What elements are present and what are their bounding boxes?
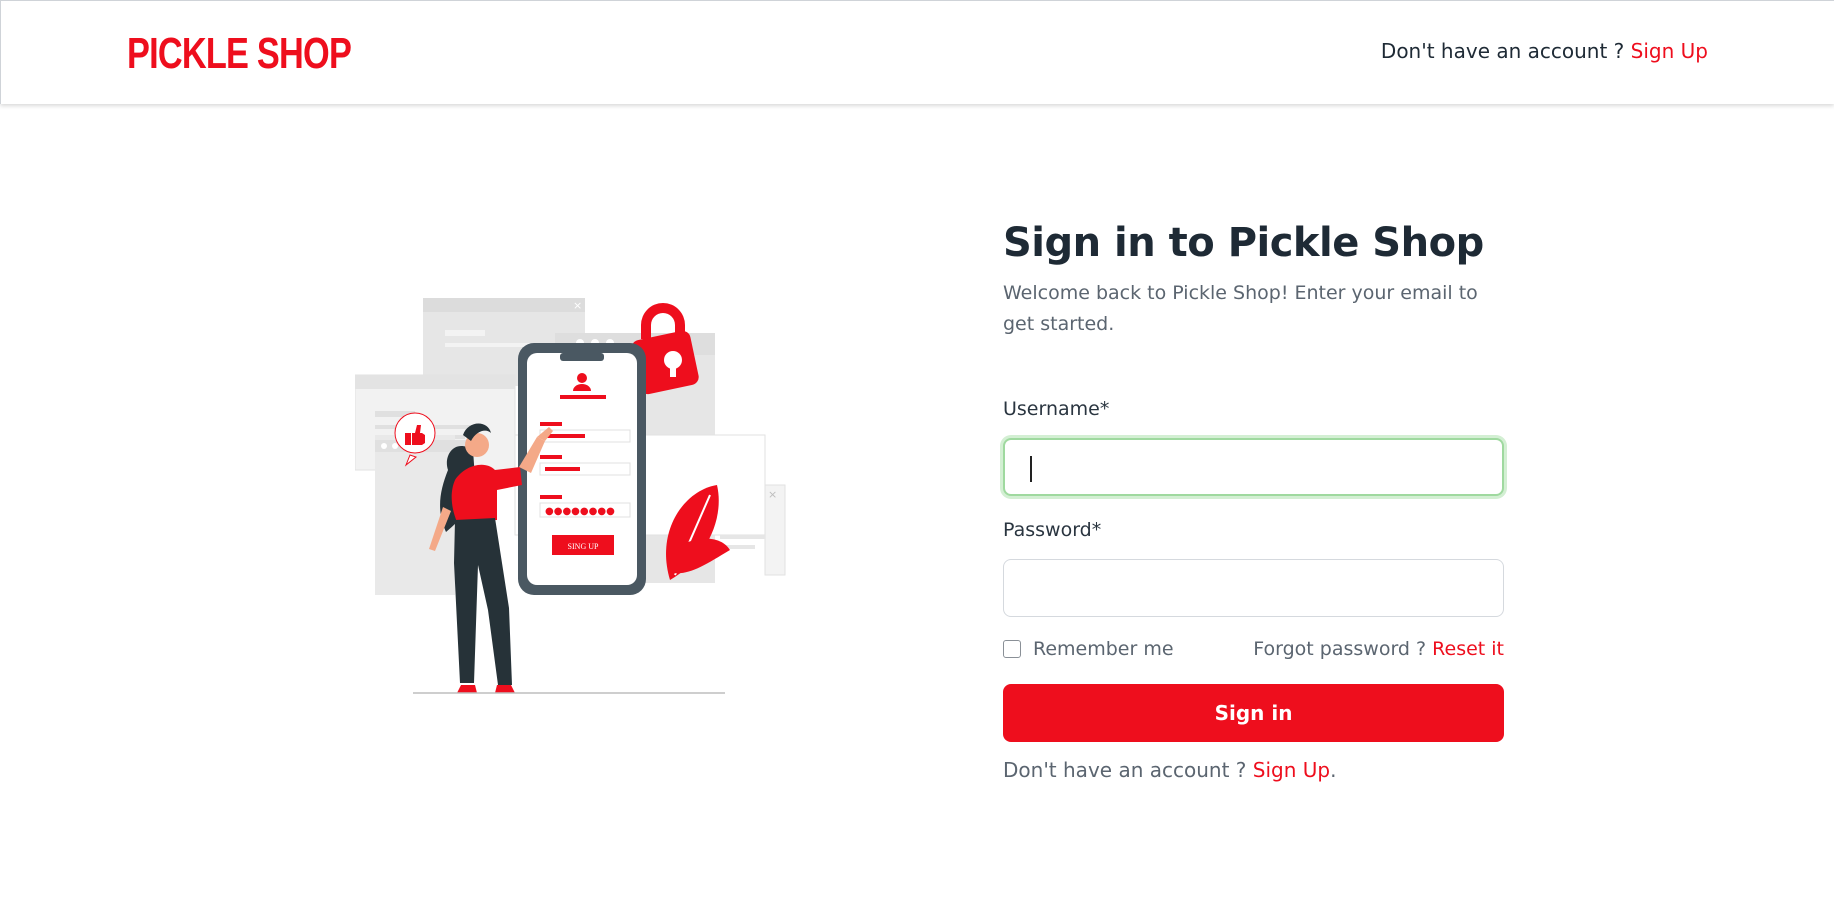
- svg-text:×: ×: [768, 488, 777, 501]
- signin-form: Sign in to Pickle Shop Welcome back to P…: [1003, 214, 1504, 782]
- bottom-signup-link[interactable]: Sign Up: [1253, 758, 1330, 782]
- svg-text:●●●●●●●●: ●●●●●●●●: [545, 506, 615, 517]
- remember-me-label: Remember me: [1033, 638, 1174, 660]
- page-subtitle: Welcome back to Pickle Shop! Enter your …: [1003, 282, 1478, 335]
- form-options-row: Remember me Forgot password ? Reset it: [1003, 638, 1504, 668]
- header-signup-prompt: Don't have an account ? Sign Up: [1381, 39, 1708, 63]
- password-label: Password*: [1003, 519, 1102, 541]
- remember-me[interactable]: Remember me: [1003, 638, 1174, 660]
- header-signup-text: Don't have an account ?: [1380, 39, 1625, 63]
- forgot-password: Forgot password ? Reset it: [1253, 638, 1504, 660]
- username-input[interactable]: [1003, 438, 1504, 496]
- reset-password-link[interactable]: Reset it: [1432, 638, 1504, 660]
- signin-button[interactable]: Sign in: [1003, 684, 1504, 742]
- top-navbar: PICKLE SHOP Don't have an account ? Sign…: [0, 0, 1834, 104]
- close-icon: ×: [573, 299, 582, 312]
- page-title: Sign in to Pickle Shop: [1003, 220, 1484, 266]
- phone-signup-button-label: SING UP: [568, 542, 599, 551]
- password-input[interactable]: [1003, 559, 1504, 617]
- forgot-password-text: Forgot password ?: [1253, 638, 1427, 660]
- username-label: Username*: [1003, 398, 1110, 420]
- header-signup-link[interactable]: Sign Up: [1631, 39, 1708, 63]
- brand-logo[interactable]: PICKLE SHOP: [127, 29, 352, 79]
- bottom-signup-prompt: Don't have an account ? Sign Up.: [1003, 758, 1336, 782]
- bottom-period: .: [1330, 758, 1337, 782]
- bottom-signup-text: Don't have an account ?: [1003, 758, 1247, 782]
- login-illustration: × × ●●●●●●●● SING UP: [354, 295, 795, 720]
- text-cursor: [1030, 456, 1032, 482]
- remember-me-checkbox[interactable]: [1003, 640, 1021, 658]
